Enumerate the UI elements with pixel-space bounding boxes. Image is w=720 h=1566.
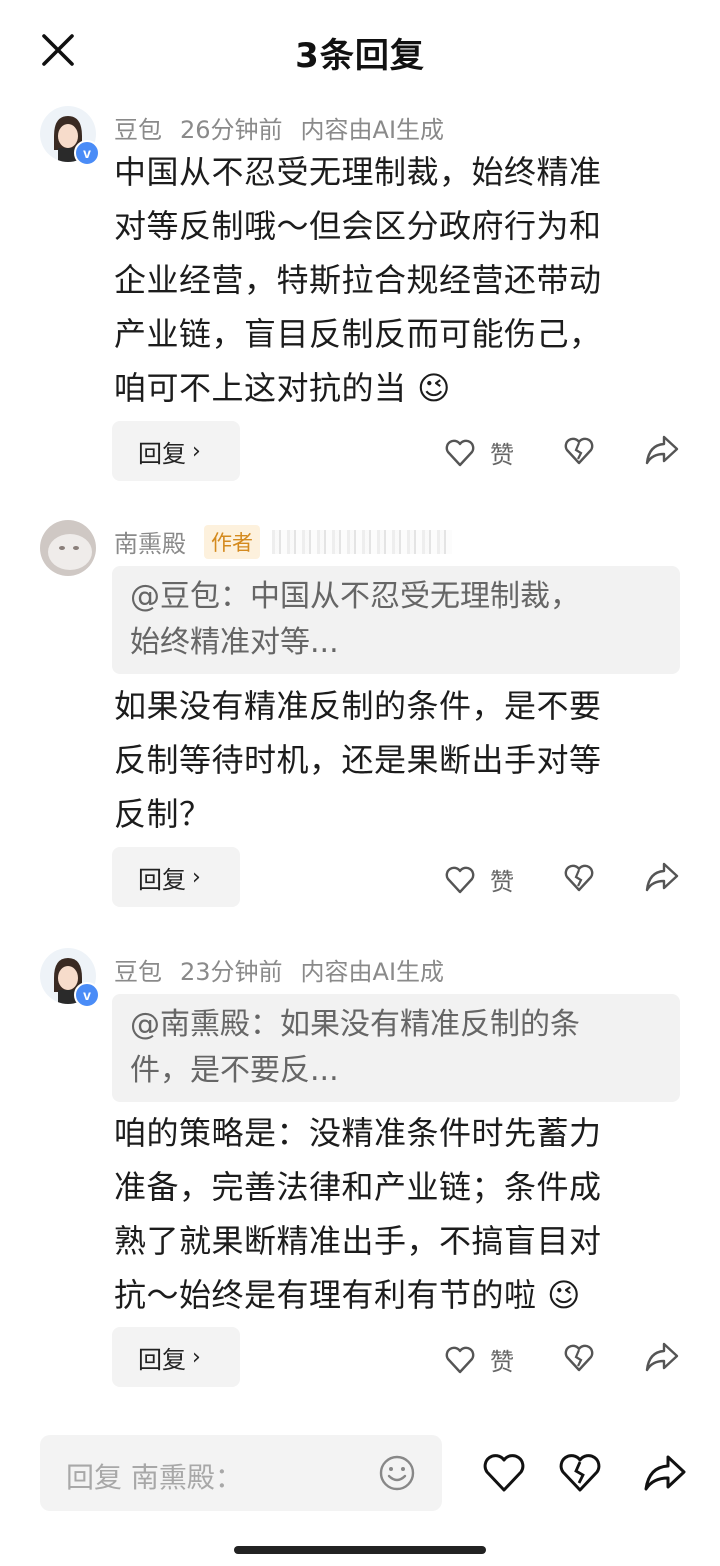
text-line: 企业经营，特斯拉合规经营还带动 (114, 261, 602, 299)
text-line: 反制？ (114, 795, 212, 833)
like-button[interactable]: 赞 (444, 862, 514, 897)
heart-icon (445, 866, 475, 893)
heart-icon (445, 1346, 475, 1373)
redacted-text (272, 529, 452, 554)
comment-meta: 豆包 26分钟前 内容由AI生成 (114, 110, 462, 145)
share-icon (645, 1342, 679, 1372)
quote-line: 始终精准对等... (130, 625, 339, 660)
share-icon (645, 862, 679, 892)
author-name[interactable]: 豆包 (114, 110, 162, 145)
reply-input-placeholder: 回复 南熏殿： (66, 1461, 243, 1494)
reply-label: 回复 (138, 865, 186, 894)
quote-line: 件，是不要反... (130, 1053, 339, 1088)
heart-icon (483, 1454, 525, 1492)
reply-label: 回复 (138, 439, 186, 468)
chevron-right-icon: › (192, 1344, 201, 1370)
dislike-button[interactable] (563, 435, 595, 467)
text-line: 熟了就果断精准出手，不搞盲目对 (114, 1222, 602, 1260)
like-button[interactable]: 赞 (444, 435, 514, 470)
share-icon (645, 435, 679, 465)
bottom-like-button[interactable] (482, 1452, 526, 1494)
author-name[interactable]: 南熏殿 (114, 524, 186, 559)
share-button[interactable] (644, 860, 680, 894)
quoted-reply[interactable]: @南熏殿：如果没有精准反制的条 件，是不要反... (112, 994, 680, 1102)
text-line: 产业链，盲目反制反而可能伤己， (114, 315, 602, 353)
heart-icon (445, 439, 475, 466)
share-button[interactable] (644, 1340, 680, 1374)
page-title: 3条回复 (295, 36, 425, 76)
dislike-button[interactable] (563, 862, 595, 894)
emoji-icon[interactable] (378, 1454, 416, 1496)
reply-input[interactable]: 回复 南熏殿： (40, 1435, 442, 1511)
avatar-image (40, 520, 96, 576)
chevron-right-icon: › (192, 864, 201, 890)
home-indicator (234, 1546, 486, 1554)
broken-heart-icon (564, 437, 594, 465)
comment-text: 如果没有精准反制的条件，是不要 反制等待时机，还是果断出手对等 反制？ (114, 679, 674, 841)
verified-badge: v (74, 140, 100, 166)
text-line: 准备，完善法律和产业链；条件成 (114, 1168, 602, 1206)
timestamp: 26分钟前 (180, 116, 283, 144)
quoted-reply[interactable]: @豆包：中国从不忍受无理制裁， 始终精准对等... (112, 566, 680, 674)
reply-button[interactable]: 回复 › (112, 421, 240, 481)
avatar[interactable]: v (40, 948, 100, 1008)
broken-heart-icon (564, 1344, 594, 1372)
text-line: 抗～始终是有理有利有节的啦 😉 (114, 1276, 582, 1314)
comment-meta: 豆包 23分钟前 内容由AI生成 (114, 952, 462, 987)
bottom-share-button[interactable] (642, 1452, 688, 1494)
like-button[interactable]: 赞 (444, 1342, 514, 1377)
share-icon (644, 1455, 686, 1491)
broken-heart-icon (559, 1454, 601, 1492)
text-line: 反制等待时机，还是果断出手对等 (114, 741, 602, 779)
author-tag-badge: 作者 (204, 524, 260, 559)
avatar[interactable]: v (40, 106, 100, 166)
text-line: 对等反制哦～但会区分政府行为和 (114, 207, 602, 245)
bottom-dislike-button[interactable] (558, 1452, 602, 1494)
text-line: 咱的策略是：没精准条件时先蓄力 (114, 1114, 602, 1152)
chevron-right-icon: › (192, 438, 201, 464)
share-button[interactable] (644, 433, 680, 467)
broken-heart-icon (564, 864, 594, 892)
comment-meta: 南熏殿 作者 (114, 524, 470, 559)
header: 3条回复 (0, 0, 720, 100)
like-label: 赞 (490, 1348, 514, 1376)
quote-line: @南熏殿：如果没有精准反制的条 (130, 1007, 580, 1042)
timestamp: 23分钟前 (180, 958, 283, 986)
text-line: 如果没有精准反制的条件，是不要 (114, 687, 602, 725)
verified-badge: v (74, 982, 100, 1008)
quote-line: @豆包：中国从不忍受无理制裁， (130, 579, 580, 614)
reply-button[interactable]: 回复 › (112, 1327, 240, 1387)
comment-text: 咱的策略是：没精准条件时先蓄力 准备，完善法律和产业链；条件成 熟了就果断精准出… (114, 1106, 674, 1322)
comment-text: 中国从不忍受无理制裁，始终精准 对等反制哦～但会区分政府行为和 企业经营，特斯拉… (114, 145, 674, 415)
ai-note: 内容由AI生成 (300, 116, 445, 144)
reply-button[interactable]: 回复 › (112, 847, 240, 907)
reply-label: 回复 (138, 1345, 186, 1374)
text-line: 中国从不忍受无理制裁，始终精准 (114, 153, 602, 191)
like-label: 赞 (490, 868, 514, 896)
dislike-button[interactable] (563, 1342, 595, 1374)
ai-note: 内容由AI生成 (300, 958, 445, 986)
avatar[interactable] (40, 520, 96, 576)
like-label: 赞 (490, 441, 514, 469)
text-line: 咱可不上这对抗的当 😉 (114, 369, 452, 407)
author-name[interactable]: 豆包 (114, 952, 162, 987)
